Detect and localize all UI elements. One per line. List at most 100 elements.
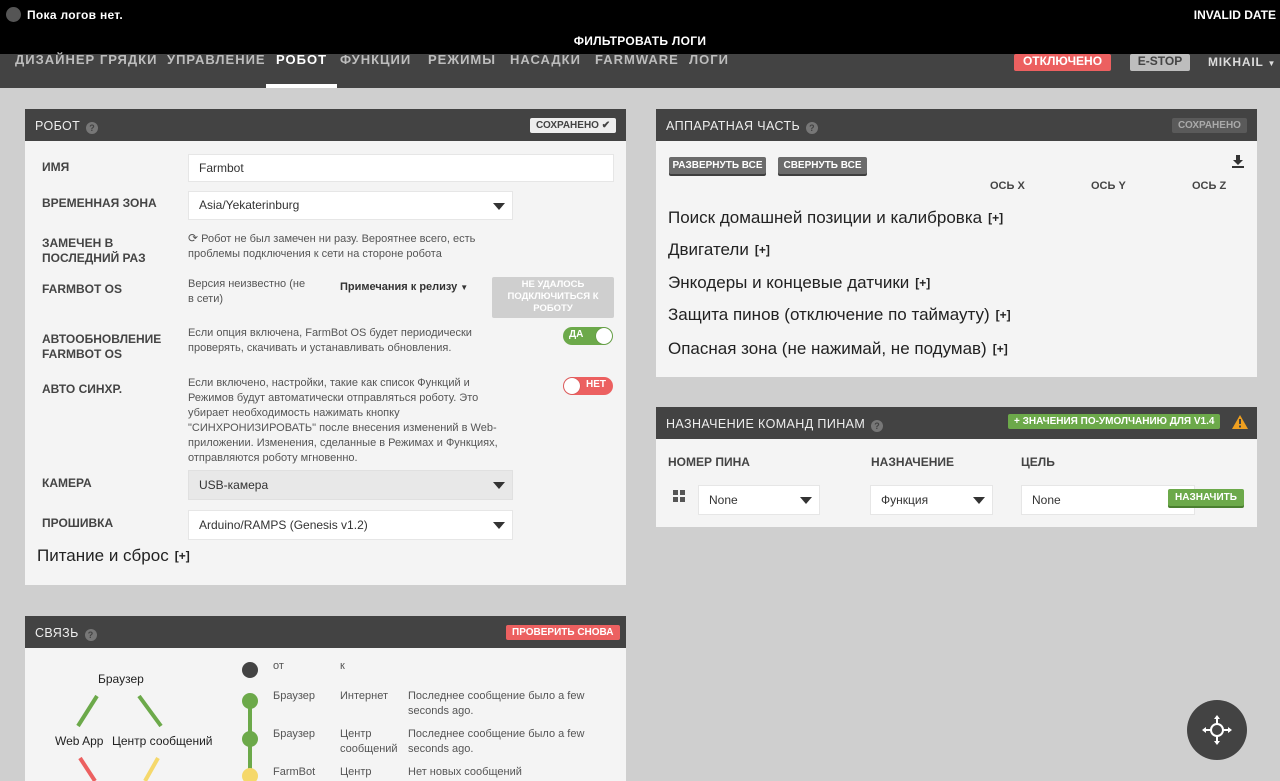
connectivity-diagram (76, 694, 163, 781)
recheck-button[interactable]: ПРОВЕРИТЬ СНОВА (506, 625, 620, 640)
download-icon[interactable] (1231, 154, 1245, 168)
crosshair-move-icon (1202, 715, 1232, 745)
pin-bindings-panel: НАЗНАЧЕНИЕ КОМАНД ПИНАМ? + ЗНАЧЕНИЯ ПО-У… (656, 407, 1257, 527)
col-from: от (273, 660, 284, 672)
grid-icon[interactable] (673, 490, 686, 502)
encoders-endstops-section[interactable]: Энкодеры и концевые датчики [+] (668, 273, 930, 293)
expand-icon: [+] (174, 549, 190, 563)
add-defaults-button[interactable]: + ЗНАЧЕНИЯ ПО-УМОЛЧАНИЮ ДЛЯ V1.4 (1008, 414, 1221, 429)
help-icon[interactable]: ? (871, 420, 884, 432)
caret-down-icon: ▼ (460, 283, 469, 292)
webapp-bot-link (78, 756, 97, 781)
expand-icon: [+] (754, 243, 770, 257)
binding-type-select[interactable]: Функция (870, 485, 993, 515)
connectivity-panel: СВЯЗЬ? ПРОВЕРИТЬ СНОВА Браузер Web App Ц… (25, 616, 626, 781)
filter-logs-button[interactable]: ФИЛЬТРОВАТЬ ЛОГИ (0, 34, 1280, 48)
move-controls-button[interactable] (1187, 700, 1247, 760)
timeline-dot (242, 731, 258, 747)
power-reset-section[interactable]: Питание и сброс [+] (37, 546, 190, 566)
name-input[interactable]: Farmbot (188, 154, 614, 182)
tab-logs[interactable]: ЛОГИ (689, 53, 729, 88)
homing-calibration-section[interactable]: Поиск домашней позиции и калибровка [+] (668, 208, 1003, 228)
collapse-all-button[interactable]: СВЕРНУТЬ ВСЕ (778, 157, 867, 174)
assign-button[interactable]: НАЗНАЧИТЬ (1168, 489, 1244, 506)
autosync-toggle[interactable]: НЕТ (563, 377, 613, 395)
refresh-icon[interactable]: ⟳ (188, 231, 198, 245)
log-status-dot (6, 7, 21, 22)
autoupdate-toggle[interactable]: ДА (563, 327, 613, 345)
firmware-label: ПРОШИВКА (42, 516, 114, 530)
timeline-dot (242, 693, 258, 709)
chevron-down-icon (493, 482, 505, 489)
timeline-dot (242, 662, 258, 678)
hardware-panel: АППАРАТНАЯ ЧАСТЬ? СОХРАНЕНО РАЗВЕРНУТЬ В… (656, 109, 1257, 377)
tab-device[interactable]: РОБОТ (265, 53, 338, 88)
toggle-knob (596, 328, 612, 344)
pin-bindings-panel-header: НАЗНАЧЕНИЕ КОМАНД ПИНАМ? + ЗНАЧЕНИЯ ПО-У… (656, 407, 1257, 439)
os-label: FARMBOT OS (42, 282, 122, 296)
robot-panel: РОБОТ? СОХРАНЕНО ✔ ИМЯ Farmbot ВРЕМЕННАЯ… (25, 109, 626, 585)
update-os-button[interactable]: НЕ УДАЛОСЬ ПОДКЛЮЧИТЬСЯ К РОБОТУ (492, 277, 614, 318)
chevron-down-icon (493, 522, 505, 529)
help-icon[interactable]: ? (806, 122, 819, 134)
target-header: ЦЕЛЬ (1021, 455, 1055, 469)
axis-y-header: ОСЬ Y (1091, 180, 1126, 192)
row-status: Последнее сообщение было a few seconds ag… (408, 690, 585, 717)
release-notes-link[interactable]: Примечания к релизу ▼ (340, 280, 468, 295)
panel-title: НАЗНАЧЕНИЕ КОМАНД ПИНАМ (666, 417, 866, 431)
camera-select[interactable]: USB-камера (188, 470, 513, 500)
help-icon[interactable]: ? (86, 122, 99, 134)
user-menu[interactable]: MIKHAIL ▼ (1208, 55, 1276, 69)
chevron-down-icon (973, 497, 985, 504)
pin-guard-section[interactable]: Защита пинов (отключение по таймауту) [+] (668, 305, 1011, 325)
row-to: Центр (340, 766, 372, 778)
saved-button[interactable]: СОХРАНЕНО ✔ (530, 118, 617, 133)
tab-sequences[interactable]: ФУНКЦИИ (340, 53, 411, 88)
row-from: Браузер (273, 728, 315, 740)
estop-button[interactable]: E-STOP (1130, 54, 1190, 71)
row-status: Нет новых сообщений (408, 766, 522, 778)
os-version: Версия неизвестно (не в сети) (188, 278, 306, 305)
status-timeline (242, 662, 258, 781)
tab-tools[interactable]: НАСАДКИ (510, 53, 581, 88)
row-from: Браузер (273, 690, 315, 702)
tab-controls[interactable]: УПРАВЛЕНИЕ (167, 53, 266, 88)
main-nav: ДИЗАЙНЕР ГРЯДКИ УПРАВЛЕНИЕ РОБОТ ФУНКЦИИ… (0, 53, 1280, 88)
node-browser: Браузер (98, 672, 144, 686)
row-to: Интернет (340, 690, 388, 702)
last-seen-text: ⟳ Робот не был замечен ни разу. Вероятне… (188, 231, 476, 260)
motors-section[interactable]: Двигатели [+] (668, 240, 770, 260)
row-to: Центр сообщений (340, 728, 398, 755)
toggle-knob (564, 378, 580, 394)
log-message: Пока логов нет. (27, 8, 124, 22)
row-status: Последнее сообщение было a few seconds ag… (408, 728, 585, 755)
name-label: ИМЯ (42, 160, 70, 174)
chevron-down-icon: ▼ (1267, 59, 1277, 68)
expand-icon: [+] (995, 308, 1011, 322)
saved-button[interactable]: СОХРАНЕНО (1172, 118, 1247, 133)
tab-farmware[interactable]: FARMWARE (595, 53, 679, 88)
expand-icon: [+] (915, 276, 931, 290)
hardware-panel-header: АППАРАТНАЯ ЧАСТЬ? СОХРАНЕНО (656, 109, 1257, 141)
tab-garden-designer[interactable]: ДИЗАЙНЕР ГРЯДКИ (15, 53, 157, 88)
broker-bot-link (143, 757, 160, 781)
firmware-select[interactable]: Arduino/RAMPS (Genesis v1.2) (188, 510, 513, 540)
tab-regimens[interactable]: РЕЖИМЫ (428, 53, 496, 88)
timeline-dot (242, 768, 258, 781)
expand-all-button[interactable]: РАЗВЕРНУТЬ ВСЕ (669, 157, 766, 174)
timezone-label: ВРЕМЕННАЯ ЗОНА (42, 196, 157, 210)
binding-header: НАЗНАЧЕНИЕ (871, 455, 954, 469)
expand-icon: [+] (992, 342, 1008, 356)
timezone-select[interactable]: Asia/Yekaterinburg (188, 191, 513, 220)
connection-status-button[interactable]: ОТКЛЮЧЕНО (1014, 54, 1111, 71)
last-seen-label: ЗАМЕЧЕН В ПОСЛЕДНИЙ РАЗ (42, 236, 146, 265)
axis-x-header: ОСЬ X (990, 180, 1025, 192)
col-to: к (340, 660, 345, 672)
chevron-down-icon (800, 497, 812, 504)
pin-number-select[interactable]: None (698, 485, 820, 515)
node-webapp: Web App (55, 734, 104, 748)
danger-zone-section[interactable]: Опасная зона (не нажимай, не подумав) [+] (668, 339, 1008, 359)
autosync-label: АВТО СИНХР. (42, 382, 123, 396)
warning-icon[interactable] (1232, 415, 1248, 429)
chevron-down-icon (493, 202, 505, 210)
